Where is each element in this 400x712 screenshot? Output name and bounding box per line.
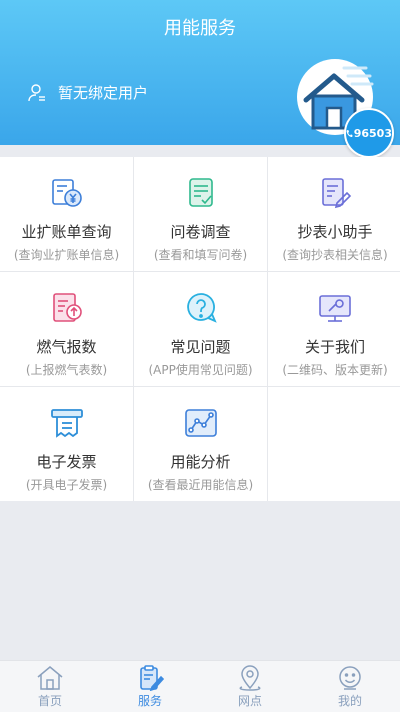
service-energy-analysis[interactable]: 用能分析 (查看最近用能信息) — [134, 387, 267, 501]
service-grid: 业扩账单查询 (查询业扩账单信息) 问卷调查 (查看和填写问卷) 抄表小助手 (… — [0, 157, 400, 501]
empty-cell — [268, 387, 400, 501]
service-bill-query[interactable]: 业扩账单查询 (查询业扩账单信息) — [0, 157, 133, 271]
service-desc: (查询业扩账单信息) — [13, 248, 120, 262]
service-label: 用能分析 — [170, 453, 231, 471]
tab-label: 服务 — [137, 694, 162, 708]
service-desc: (查询抄表相关信息) — [282, 248, 388, 262]
hotline-number: 96503 — [353, 126, 392, 140]
tab-service[interactable]: 服务 — [100, 661, 200, 712]
service-gas-report[interactable]: 燃气报数 (上报燃气表数) — [0, 272, 133, 386]
service-label: 燃气报数 — [36, 338, 97, 356]
profile-icon — [339, 666, 361, 690]
service-e-invoice[interactable]: 电子发票 (开具电子发票) — [0, 387, 133, 501]
bind-user-row[interactable]: 暂无绑定用户 — [28, 82, 148, 103]
service-label: 关于我们 — [304, 338, 365, 356]
service-label: 抄表小助手 — [297, 223, 373, 241]
service-label: 常见问题 — [170, 338, 231, 356]
service-desc: (开具电子发票) — [25, 478, 108, 492]
user-icon — [28, 83, 45, 101]
service-desc: (二维码、版本更新) — [282, 363, 388, 377]
page-title: 用能服务 — [164, 18, 236, 39]
analysis-chart-icon — [184, 409, 217, 437]
location-icon — [239, 665, 261, 691]
service-meter-assistant[interactable]: 抄表小助手 (查询抄表相关信息) — [268, 157, 400, 271]
report-upload-icon — [52, 293, 82, 322]
user-status-text: 暂无绑定用户 — [58, 84, 149, 102]
bottom-tab-bar: 首页 服务 网点 我的 — [0, 660, 400, 712]
tab-profile[interactable]: 我的 — [300, 661, 400, 712]
tab-label: 网点 — [237, 694, 262, 708]
service-desc: (上报燃气表数) — [25, 363, 108, 377]
service-label: 问卷调查 — [170, 223, 231, 241]
service-about[interactable]: 关于我们 (二维码、版本更新) — [268, 272, 400, 386]
tab-label: 首页 — [37, 694, 62, 708]
header: 用能服务 暂无绑定用户 96503 — [0, 0, 400, 158]
service-desc: (查看和填写问卷) — [153, 248, 248, 262]
phone-icon — [346, 129, 353, 137]
service-icon — [140, 665, 164, 691]
service-label: 电子发票 — [36, 453, 97, 471]
service-label: 业扩账单查询 — [21, 223, 112, 241]
home-icon — [37, 666, 63, 690]
tab-home[interactable]: 首页 — [0, 661, 100, 712]
survey-icon — [188, 178, 213, 207]
service-survey[interactable]: 问卷调查 (查看和填写问卷) — [134, 157, 267, 271]
question-icon — [186, 293, 217, 323]
tab-outlets[interactable]: 网点 — [200, 661, 300, 712]
hotline-button[interactable]: 96503 — [344, 108, 394, 158]
service-desc: (查看最近用能信息) — [147, 478, 254, 492]
meter-edit-icon — [322, 178, 352, 209]
invoice-icon — [50, 409, 83, 438]
bill-yuan-icon — [51, 179, 82, 207]
monitor-wrench-icon — [319, 295, 351, 322]
tab-label: 我的 — [337, 694, 362, 708]
service-desc: (APP使用常见问题) — [148, 363, 253, 377]
service-faq[interactable]: 常见问题 (APP使用常见问题) — [134, 272, 267, 386]
